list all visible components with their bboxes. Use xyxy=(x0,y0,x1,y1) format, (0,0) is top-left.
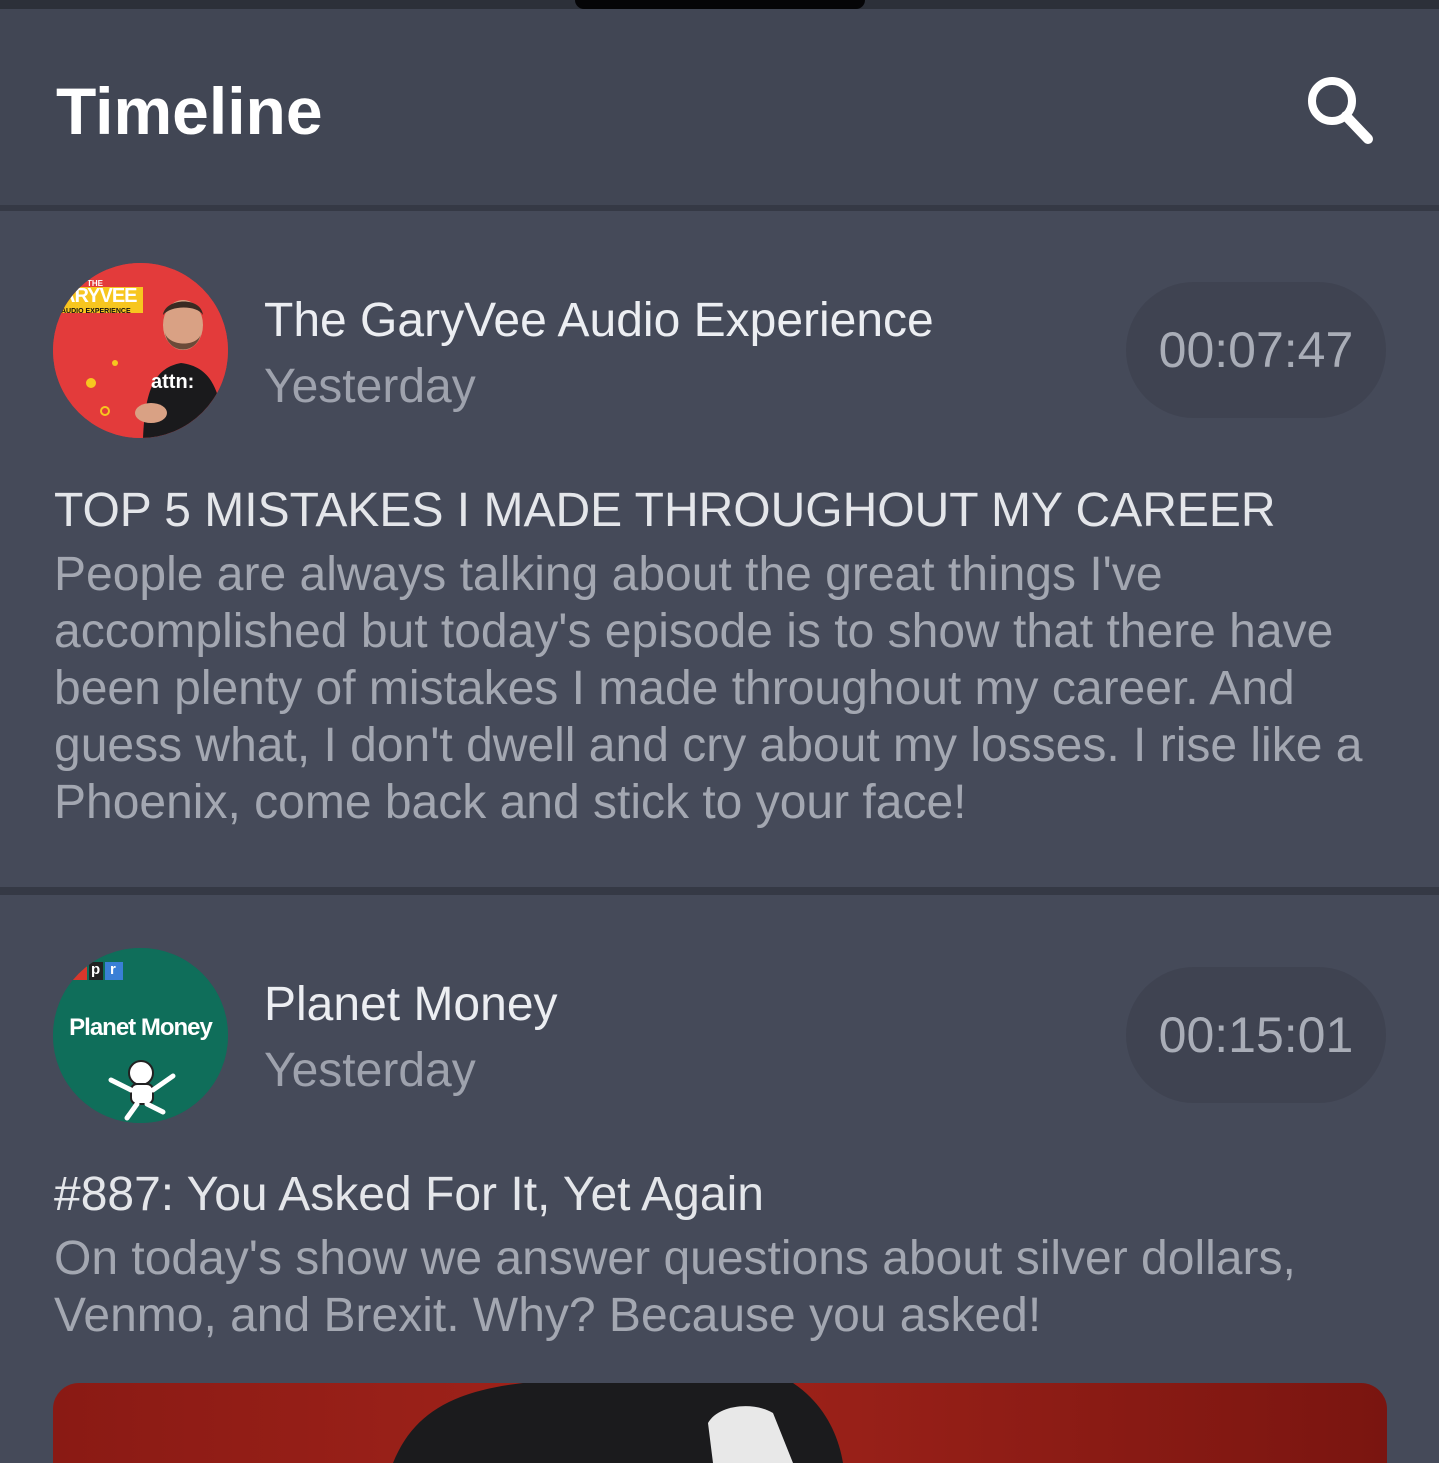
podcast-name: Planet Money xyxy=(264,978,558,1031)
podcast-artwork[interactable]: THE ARYVEE AUDIO EXPERIENCE attn: xyxy=(53,263,228,438)
app-bar: Timeline xyxy=(0,9,1439,205)
search-icon xyxy=(1308,77,1373,144)
episode-title: #887: You Asked For It, Yet Again xyxy=(54,1168,764,1221)
episode-date: Yesterday xyxy=(264,360,476,413)
artwork-brand-sub: AUDIO EXPERIENCE xyxy=(61,308,131,315)
npr-letter-p: p xyxy=(91,961,101,978)
artwork-brand-main: ARYVEE xyxy=(61,285,138,307)
next-episode-artwork[interactable] xyxy=(53,1383,1387,1463)
episode-description: People are always talking about the grea… xyxy=(54,548,1363,829)
episode-date: Yesterday xyxy=(264,1044,476,1097)
artwork-title: Planet Money xyxy=(69,1014,213,1041)
next-artwork-graphic xyxy=(393,1383,843,1463)
podcast-artwork[interactable]: p r Planet Money xyxy=(53,948,228,1123)
duration-badge[interactable]: 00:15:01 xyxy=(1126,967,1386,1103)
page-title: Timeline xyxy=(56,74,323,148)
status-bar xyxy=(0,0,1439,9)
camera-notch xyxy=(575,0,865,9)
artwork-shirt-text: attn: xyxy=(151,371,195,393)
episode-description: On today's show we answer questions abou… xyxy=(54,1232,1296,1342)
duration-badge[interactable]: 00:07:47 xyxy=(1126,282,1386,418)
podcast-name: The GaryVee Audio Experience xyxy=(264,294,934,347)
npr-letter-r: r xyxy=(110,961,116,978)
episode-title: TOP 5 MISTAKES I MADE THROUGHOUT MY CARE… xyxy=(54,484,1276,537)
episode-card[interactable]: p r Planet Money Planet Money Yesterday … xyxy=(0,895,1439,1383)
divider xyxy=(0,887,1439,895)
episode-card[interactable]: THE ARYVEE AUDIO EXPERIENCE attn: The Ga… xyxy=(0,211,1439,887)
search-button[interactable] xyxy=(1300,71,1384,155)
